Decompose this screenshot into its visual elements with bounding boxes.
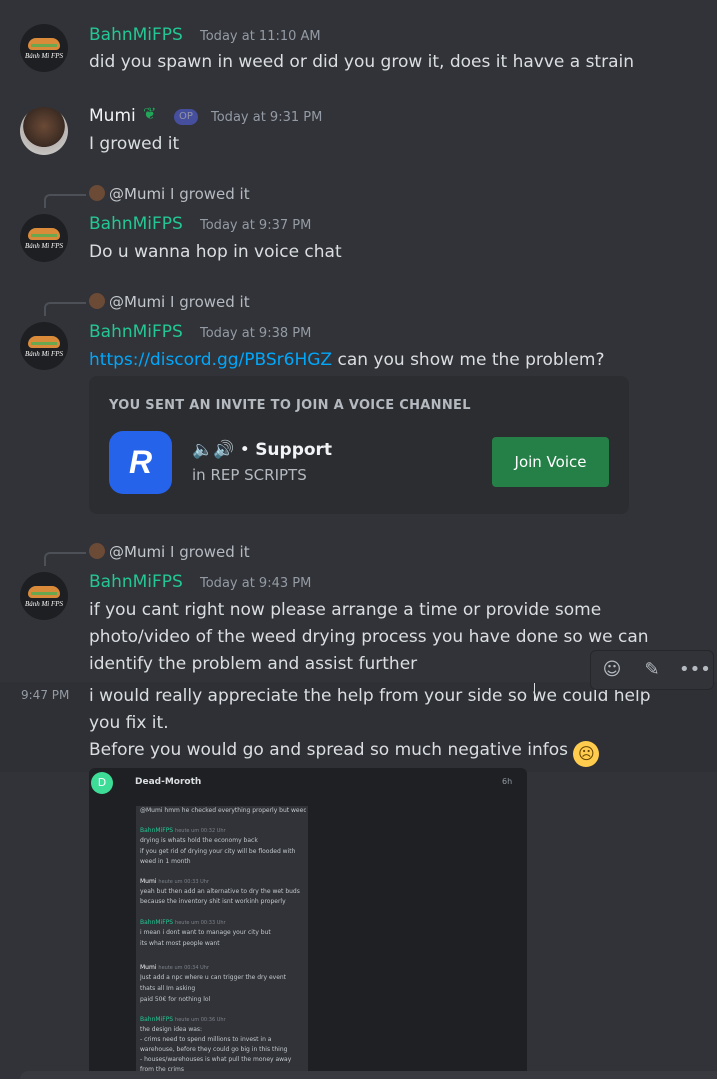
inner-author: BahnMiFPS heute um 00:33 Uhr bbox=[140, 919, 226, 926]
author-name[interactable]: BahnMiFPS bbox=[89, 214, 183, 234]
reply-preview[interactable]: @Mumi I growed it bbox=[89, 543, 250, 561]
banh-mi-logo bbox=[28, 38, 60, 50]
reply-avatar bbox=[89, 293, 105, 309]
attachment-time: 6h bbox=[502, 777, 513, 786]
reply-text: I growed it bbox=[170, 543, 250, 561]
attachment-inner-chat: @Mumi hmm he checked everything properly… bbox=[136, 806, 308, 1079]
speaker-icon: 🔊 bbox=[213, 440, 235, 460]
more-icon[interactable]: ••• bbox=[679, 657, 711, 683]
reply-connector bbox=[44, 194, 86, 208]
reply-connector bbox=[44, 302, 86, 316]
message-text: Do u wanna hop in voice chat bbox=[89, 242, 342, 262]
inner-line: - houses/warehouses is what pull the mon… bbox=[140, 1056, 292, 1063]
inner-line: drying is whats hold the economy back bbox=[140, 837, 258, 844]
message-text: I growed it bbox=[89, 134, 180, 154]
message-line: i would really appreciate the help from … bbox=[89, 686, 651, 706]
message-text-rest: can you show me the problem? bbox=[332, 350, 605, 370]
channel-separator: • bbox=[234, 440, 256, 460]
reply-mention: @Mumi bbox=[109, 543, 166, 561]
reply-avatar bbox=[89, 185, 105, 201]
frowning-face-icon: ☹ bbox=[573, 741, 600, 767]
avatar-bahnmifps[interactable]: Bánh Mì FPS bbox=[20, 322, 68, 370]
timestamp: Today at 9:43 PM bbox=[200, 576, 312, 591]
message-text: did you spawn in weed or did you grow it… bbox=[89, 52, 634, 72]
message-line: if you cant right now please arrange a t… bbox=[89, 600, 602, 620]
message-line: Before you would go and spread so much n… bbox=[89, 740, 600, 767]
timestamp: Today at 9:38 PM bbox=[200, 326, 312, 341]
reply-mention: @Mumi bbox=[109, 293, 166, 311]
inner-reply: @Mumi hmm he checked everything properly… bbox=[140, 807, 306, 814]
avatar-mumi[interactable] bbox=[20, 107, 68, 155]
banh-mi-logo bbox=[28, 228, 60, 240]
invite-link[interactable]: https://discord.gg/PBSr6HGZ bbox=[89, 350, 332, 370]
inner-author: BahnMiFPS heute um 00:36 Uhr bbox=[140, 1016, 226, 1023]
author-name[interactable]: BahnMiFPS bbox=[89, 322, 183, 342]
timestamp: Today at 9:37 PM bbox=[200, 218, 312, 233]
sprout-icon: ❦ bbox=[143, 104, 157, 123]
image-attachment[interactable]: D Dead-Moroth 6h @Mumi hmm he checked ev… bbox=[89, 768, 527, 1079]
inner-line: weed in 1 month bbox=[140, 858, 191, 865]
inner-line: i mean i dont want to manage your city b… bbox=[140, 929, 271, 936]
text-cursor bbox=[534, 683, 535, 701]
invite-title: YOU SENT AN INVITE TO JOIN A VOICE CHANN… bbox=[109, 398, 471, 413]
message-line: photo/video of the weed drying process y… bbox=[89, 627, 649, 647]
server-icon: R bbox=[109, 431, 172, 494]
avatar-text: Bánh Mì FPS bbox=[24, 52, 64, 60]
reply-connector bbox=[44, 552, 86, 566]
side-timestamp: 9:47 PM bbox=[21, 688, 70, 702]
inner-line: if you get rid of drying your city will … bbox=[140, 848, 296, 855]
invite-server: in REP SCRIPTS bbox=[192, 466, 307, 484]
inner-line: thats all Im asking bbox=[140, 985, 196, 992]
attachment-avatar: D bbox=[91, 772, 113, 794]
pencil-icon[interactable]: ✎ bbox=[639, 657, 665, 683]
invite-channel: 🔈🔊 • Support bbox=[192, 440, 332, 460]
avatar-text: Bánh Mì FPS bbox=[24, 242, 64, 250]
reply-mention: @Mumi bbox=[109, 185, 166, 203]
reply-preview[interactable]: @Mumi I growed it bbox=[89, 293, 250, 311]
banh-mi-logo bbox=[28, 336, 60, 348]
message-line: identify the problem and assist further bbox=[89, 654, 418, 674]
reply-text: I growed it bbox=[170, 185, 250, 203]
channel-name: Support bbox=[255, 440, 333, 460]
author-name[interactable]: BahnMiFPS bbox=[89, 572, 183, 592]
message-text: Before you would go and spread so much n… bbox=[89, 740, 568, 760]
inner-line: its what most people want bbox=[140, 940, 220, 947]
timestamp: Today at 9:31 PM bbox=[211, 110, 323, 125]
banh-mi-logo bbox=[28, 586, 60, 598]
inner-line: - crims need to spend millions to invest… bbox=[140, 1036, 272, 1043]
timestamp: Today at 11:10 AM bbox=[200, 29, 321, 44]
inner-line: because the inventory shit isnt workinh … bbox=[140, 898, 286, 905]
reply-avatar bbox=[89, 543, 105, 559]
avatar-bahnmifps[interactable]: Bánh Mì FPS bbox=[20, 214, 68, 262]
message-line: you fix it. bbox=[89, 713, 169, 733]
author-name[interactable]: Mumi bbox=[89, 106, 136, 126]
inner-author: Mumi heute um 00:34 Uhr bbox=[140, 964, 209, 971]
reply-preview[interactable]: @Mumi I growed it bbox=[89, 185, 250, 203]
op-badge: OP bbox=[174, 109, 198, 125]
message-composer-edge[interactable] bbox=[20, 1071, 717, 1079]
avatar-bahnmifps[interactable]: Bánh Mì FPS bbox=[20, 24, 68, 72]
avatar-text: Bánh Mì FPS bbox=[24, 350, 64, 358]
inner-author: BahnMiFPS heute um 00:32 Uhr bbox=[140, 827, 226, 834]
inner-line: warehouse, before they could go big in t… bbox=[140, 1046, 288, 1053]
avatar-bahnmifps[interactable]: Bánh Mì FPS bbox=[20, 572, 68, 620]
speaker-icon: 🔈 bbox=[192, 440, 214, 460]
message-toolbar: ☺ ✎ ••• bbox=[590, 650, 714, 690]
inner-line: the design idea was: bbox=[140, 1026, 203, 1033]
inner-line: paid 50€ for nothing lol bbox=[140, 996, 211, 1003]
add-reaction-icon[interactable]: ☺ bbox=[599, 657, 625, 683]
voice-invite-card: YOU SENT AN INVITE TO JOIN A VOICE CHANN… bbox=[89, 376, 629, 514]
avatar-text: Bánh Mì FPS bbox=[24, 600, 64, 608]
message-text: https://discord.gg/PBSr6HGZ can you show… bbox=[89, 350, 605, 370]
inner-line: Just add a npc where u can trigger the d… bbox=[140, 974, 287, 981]
author-name[interactable]: BahnMiFPS bbox=[89, 25, 183, 45]
inner-line: yeah but then add an alternative to dry … bbox=[140, 888, 300, 895]
reply-text: I growed it bbox=[170, 293, 250, 311]
join-voice-button[interactable]: Join Voice bbox=[492, 437, 609, 487]
inner-author: Mumi heute um 00:33 Uhr bbox=[140, 878, 209, 885]
attachment-user: Dead-Moroth bbox=[135, 777, 202, 787]
